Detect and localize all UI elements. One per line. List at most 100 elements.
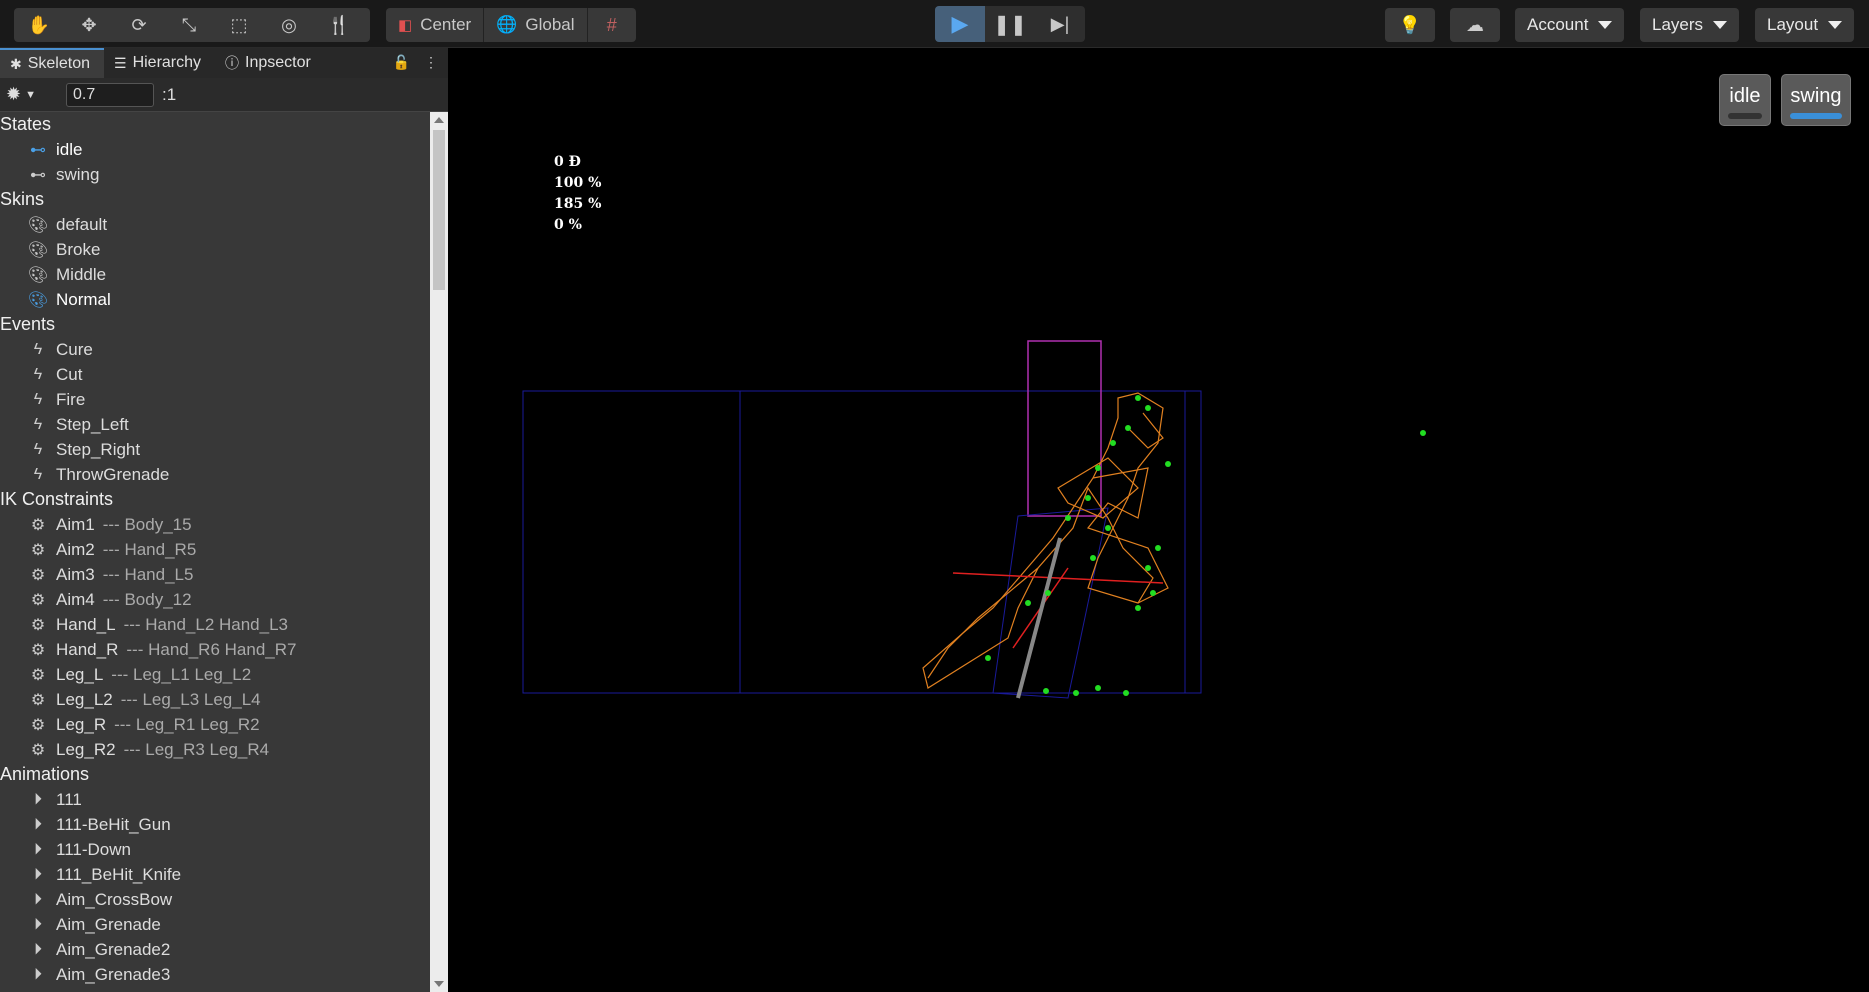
bone-lines — [952, 567, 1164, 649]
step-button[interactable]: ▶| — [1035, 6, 1085, 42]
list-item-animation[interactable]: ⏵︎ 111-Down — [0, 837, 430, 862]
section-skins[interactable]: Skins — [0, 187, 430, 212]
move-tool-button[interactable]: ✥ — [64, 8, 114, 42]
list-item-ik[interactable]: ⚙ Aim3 --- Hand_L5 — [0, 562, 430, 587]
list-item-ik[interactable]: ⚙ Hand_R --- Hand_R6 Hand_R7 — [0, 637, 430, 662]
global-button[interactable]: 🌐 Global — [484, 8, 586, 42]
ik-target: --- Leg_R3 Leg_R4 — [123, 739, 270, 759]
tab-inspector[interactable]: ⓘ Inpsector — [215, 48, 325, 78]
list-item-animation[interactable]: ⏵︎ Aim_Grenade — [0, 912, 430, 937]
grid-snap-button[interactable]: # — [587, 8, 636, 42]
ik-target: --- Leg_L1 Leg_L2 — [111, 664, 252, 684]
scene-viewport[interactable]: 0 Đ 100 % 185 % 0 % idle swing — [448, 48, 1869, 992]
list-item-ik[interactable]: ⚙ Leg_R --- Leg_R1 Leg_R2 — [0, 712, 430, 737]
more-icon[interactable]: ⋮ — [424, 54, 438, 71]
hand-tool-button[interactable]: ✋ — [14, 8, 64, 42]
move-icon: ✥ — [81, 14, 97, 35]
tree-scrollbar[interactable] — [430, 112, 448, 992]
section-states[interactable]: States — [0, 112, 430, 137]
layout-dropdown[interactable]: Layout — [1755, 8, 1855, 42]
state-icon: ⊷ — [30, 141, 46, 159]
play-circle-icon: ⏵︎ — [33, 790, 42, 808]
list-item-event[interactable]: ϟ Fire — [0, 387, 430, 412]
section-animations[interactable]: Animations — [0, 762, 430, 787]
account-dropdown[interactable]: Account — [1515, 8, 1625, 42]
rifle-shape — [1016, 537, 1062, 699]
pause-icon: ❚❚ — [993, 13, 1027, 36]
utensils-tool-button[interactable]: 🍴 — [314, 8, 364, 42]
item-label: Middle — [56, 264, 107, 284]
pause-button[interactable]: ❚❚ — [985, 6, 1035, 42]
list-item-event[interactable]: ϟ Step_Left — [0, 412, 430, 437]
list-item-ik[interactable]: ⚙ Aim2 --- Hand_R5 — [0, 537, 430, 562]
target-tool-button[interactable]: ◎ — [264, 8, 314, 42]
state-button-idle[interactable]: idle — [1719, 74, 1771, 126]
list-item-animation[interactable]: ⏵︎ 111 — [0, 787, 430, 812]
scale-input[interactable] — [65, 82, 154, 107]
list-item-ik[interactable]: ⚙ Hand_L --- Hand_L2 Hand_L3 — [0, 612, 430, 637]
item-label: Leg_L2 — [56, 689, 113, 709]
top-toolbar: ✋ ✥ ⟳ ⤡ ⬚ ◎ 🍴 ◧ Center 🌐 Global # ▶ ❚❚ ▶… — [0, 0, 1869, 48]
ik-target: --- Hand_R5 — [102, 539, 197, 559]
ik-target: --- Body_15 — [102, 514, 192, 534]
tab-hierarchy[interactable]: ☰ Hierarchy — [104, 48, 215, 78]
scroll-thumb[interactable] — [433, 130, 445, 290]
list-item-state-swing[interactable]: ⊷ swing — [0, 162, 430, 187]
list-item-skin[interactable]: 🎨︎ Broke — [0, 237, 430, 262]
state-button-swing[interactable]: swing — [1781, 74, 1851, 126]
item-label: Step_Left — [56, 414, 129, 434]
rect-tool-button[interactable]: ⬚ — [214, 8, 264, 42]
layers-dropdown[interactable]: Layers — [1640, 8, 1740, 42]
section-events[interactable]: Events — [0, 312, 430, 337]
item-label: Normal — [56, 289, 111, 309]
state-button-label: idle — [1729, 85, 1761, 107]
rotate-tool-button[interactable]: ⟳ — [114, 8, 164, 42]
list-item-animation[interactable]: ⏵︎ Aim_CrossBow — [0, 887, 430, 912]
tab-label: Skeleton — [27, 55, 90, 72]
chevron-down-icon[interactable]: ▼ — [25, 89, 36, 101]
tab-skeleton[interactable]: ✱ Skeleton — [0, 48, 104, 78]
list-item-animation[interactable]: ⏵︎ Aim_Grenade3 — [0, 962, 430, 987]
center-button[interactable]: ◧ Center — [386, 8, 483, 42]
cloud-icon: ☁ — [1466, 14, 1484, 35]
list-item-event[interactable]: ϟ Cut — [0, 362, 430, 387]
bounds-box — [522, 390, 1202, 694]
chevron-down-icon — [1828, 21, 1843, 29]
scale-tool-button[interactable]: ⤡ — [164, 8, 214, 42]
scroll-down-icon[interactable] — [434, 981, 444, 987]
skeleton-canvas — [522, 340, 1426, 699]
list-item-skin[interactable]: 🎨︎ Normal — [0, 287, 430, 312]
list-item-ik[interactable]: ⚙ Aim4 --- Body_12 — [0, 587, 430, 612]
list-item-ik[interactable]: ⚙ Leg_L2 --- Leg_L3 Leg_L4 — [0, 687, 430, 712]
state-icon: ⊷ — [30, 166, 46, 184]
list-item-skin[interactable]: 🎨︎ default — [0, 212, 430, 237]
play-button[interactable]: ▶ — [935, 6, 985, 42]
chevron-down-icon — [1598, 21, 1613, 29]
item-label: 111 — [56, 789, 82, 809]
list-item-animation[interactable]: ⏵︎ 111-BeHit_Gun — [0, 812, 430, 837]
bug-icon[interactable]: ✹ — [6, 84, 21, 105]
tool-group: ✋ ✥ ⟳ ⤡ ⬚ ◎ 🍴 — [14, 8, 370, 42]
list-item-ik[interactable]: ⚙ Leg_L --- Leg_L1 Leg_L2 — [0, 662, 430, 687]
list-item-event[interactable]: ϟ Cure — [0, 337, 430, 362]
palette-icon: 🎨︎ — [27, 266, 49, 284]
item-label: ThrowGrenade — [56, 464, 170, 484]
ik-target: --- Hand_R6 Hand_R7 — [126, 639, 297, 659]
list-item-state-idle[interactable]: ⊷ idle — [0, 137, 430, 162]
list-item-animation[interactable]: ⏵︎ Aim_Grenade2 — [0, 937, 430, 962]
lightbulb-button[interactable]: 💡 — [1385, 8, 1435, 42]
ik-icon: ⚙ — [30, 616, 46, 634]
list-item-ik[interactable]: ⚙ Leg_R2 --- Leg_R3 Leg_R4 — [0, 737, 430, 762]
list-item-event[interactable]: ϟ Step_Right — [0, 437, 430, 462]
cloud-button[interactable]: ☁ — [1450, 8, 1500, 42]
ik-icon: ⚙ — [30, 641, 46, 659]
pivot-group: ◧ Center 🌐 Global # — [386, 8, 636, 42]
tab-label: Hierarchy — [132, 54, 202, 71]
list-item-ik[interactable]: ⚙ Aim1 --- Body_15 — [0, 512, 430, 537]
list-item-event[interactable]: ϟ ThrowGrenade — [0, 462, 430, 487]
list-item-animation[interactable]: ⏵︎ 111_BeHit_Knife — [0, 862, 430, 887]
scroll-up-icon[interactable] — [434, 117, 444, 123]
lock-icon[interactable]: 🔓 — [393, 54, 410, 71]
list-item-skin[interactable]: 🎨︎ Middle — [0, 262, 430, 287]
section-ik-constraints[interactable]: IK Constraints — [0, 487, 430, 512]
